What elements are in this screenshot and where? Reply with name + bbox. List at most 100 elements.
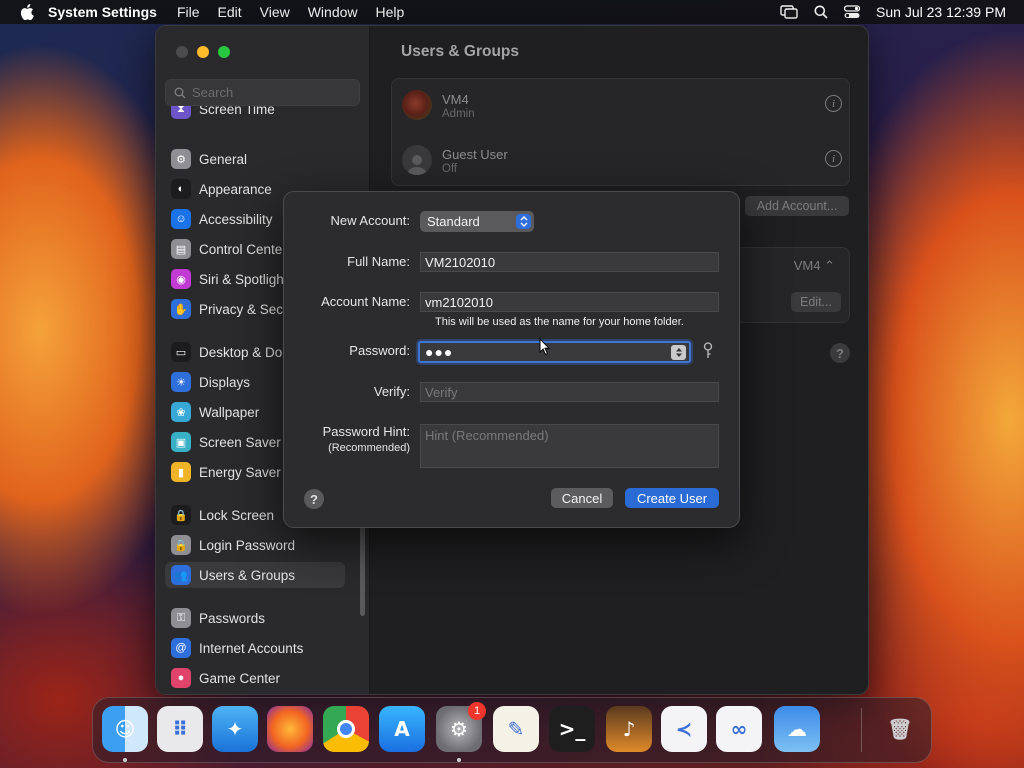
dock-glyph: ∞ <box>730 717 748 741</box>
hourglass-icon: ⧗ <box>171 106 191 119</box>
avatar <box>402 90 432 120</box>
sidebar-item-game-center[interactable]: ● Game Center <box>165 665 345 691</box>
firefox-icon[interactable] <box>267 706 313 752</box>
sidebar-item-login-password[interactable]: 🔒 Login Password <box>165 532 345 558</box>
edit-button[interactable]: Edit... <box>791 292 841 312</box>
screen-saver-icon: ▣ <box>171 432 191 452</box>
lock-icon: 🔒 <box>171 535 191 555</box>
sidebar-search[interactable] <box>165 79 360 106</box>
notification-badge: 1 <box>468 702 486 720</box>
system-settings-icon[interactable]: ⚙ 1 <box>436 702 486 752</box>
running-indicator <box>457 758 461 762</box>
minimize-button[interactable] <box>197 46 209 58</box>
garageband-icon[interactable]: ♪ <box>606 706 652 752</box>
launchpad-icon[interactable]: ⠿ <box>157 706 203 752</box>
app-store-icon[interactable]: A <box>379 706 425 752</box>
app-name[interactable]: System Settings <box>48 4 157 20</box>
search-icon[interactable] <box>814 5 828 19</box>
dock-glyph: ⚙ <box>450 717 468 741</box>
password-options-icon[interactable] <box>671 345 686 360</box>
wallpaper-icon: ❀ <box>171 402 191 422</box>
menu-clock[interactable]: Sun Jul 23 12:39 PM <box>876 4 1006 20</box>
menu-file[interactable]: File <box>177 4 200 20</box>
textedit-icon[interactable]: ✎ <box>493 706 539 752</box>
chrome-center <box>337 720 355 738</box>
vscode-icon[interactable]: ≺ <box>661 706 707 752</box>
chrome-icon[interactable] <box>323 706 369 752</box>
sidebar-item-label: Accessibility <box>199 211 273 227</box>
trash-icon[interactable]: 🗑 <box>877 706 923 752</box>
full-name-label: Full Name: <box>347 254 410 269</box>
menu-view[interactable]: View <box>260 4 290 20</box>
weather-icon[interactable]: ☁ <box>774 706 820 752</box>
sidebar-item-label: Game Center <box>199 670 281 686</box>
sidebar-item-label: Screen Saver <box>199 434 281 450</box>
hint-label-group: Password Hint: (Recommended) <box>323 423 410 457</box>
sidebar-item-label: Control Center <box>199 241 287 257</box>
close-button[interactable] <box>176 46 188 58</box>
add-account-button[interactable]: Add Account... <box>745 196 849 216</box>
password-field[interactable]: ●●● <box>418 341 691 363</box>
user-role: Admin <box>442 107 475 120</box>
dock-glyph: ⠿ <box>172 717 188 741</box>
safari-icon[interactable]: ✦ <box>212 706 258 752</box>
help-button[interactable]: ? <box>304 489 324 509</box>
gear-icon: ⚙ <box>171 149 191 169</box>
sidebar-item-general[interactable]: ⚙ General <box>165 146 345 172</box>
sidebar-item-internet-accounts[interactable]: @ Internet Accounts <box>165 635 345 661</box>
account-name-field[interactable] <box>420 292 719 312</box>
terminal-icon[interactable]: >_ <box>549 706 595 752</box>
menu-help[interactable]: Help <box>376 4 405 20</box>
dock: ☺ ⠿ ✦ A ⚙ 1 ✎ >_ ♪ ≺ ∞ ☁ 🗑 <box>92 697 932 763</box>
full-name-field[interactable] <box>420 252 719 272</box>
info-icon[interactable]: i <box>825 150 842 167</box>
sidebar-scrollbar[interactable] <box>360 526 365 616</box>
create-user-button[interactable]: Create User <box>625 488 719 508</box>
user-role: Off <box>442 162 458 175</box>
apple-icon[interactable] <box>20 4 34 20</box>
appearance-icon: ◐ <box>171 179 191 199</box>
screen-mirroring-icon[interactable] <box>780 5 798 19</box>
user-row[interactable]: Guest User Off i <box>402 138 842 182</box>
verify-field[interactable] <box>420 382 719 402</box>
sidebar-item-screen-time[interactable]: ⧗ Screen Time <box>165 106 345 122</box>
dock-glyph: ≺ <box>675 717 693 741</box>
sidebar-item-label: General <box>199 151 248 167</box>
cancel-button[interactable]: Cancel <box>551 488 613 508</box>
auto-login-select[interactable]: VM4 ⌃ <box>794 258 835 274</box>
user-row[interactable]: VM4 Admin i <box>402 83 842 127</box>
menu-window[interactable]: Window <box>308 4 358 20</box>
sidebar-item-label: Energy Saver <box>199 464 281 480</box>
control-center-icon[interactable] <box>844 5 861 19</box>
password-label: Password: <box>349 343 410 358</box>
dock-glyph: ☺ <box>114 717 136 741</box>
key-icon[interactable] <box>703 342 713 360</box>
key-icon: ⚿ <box>171 608 191 628</box>
info-icon[interactable]: i <box>825 95 842 112</box>
hint-label: Password Hint: <box>322 424 410 439</box>
sidebar-item-passwords[interactable]: ⚿ Passwords <box>165 605 345 631</box>
sidebar-item-label: Internet Accounts <box>199 640 304 656</box>
zoom-button[interactable] <box>218 46 230 58</box>
lock-icon: 🔒 <box>171 505 191 525</box>
users-icon: 👥 <box>171 565 191 585</box>
visual-studio-icon[interactable]: ∞ <box>716 706 762 752</box>
page-title: Users & Groups <box>401 43 520 60</box>
sidebar-item-users-groups[interactable]: 👥 Users & Groups <box>165 562 345 588</box>
sidebar-item-label: Wallpaper <box>199 404 260 420</box>
help-icon[interactable]: ? <box>830 343 850 363</box>
sidebar-item-label: Displays <box>199 374 251 390</box>
password-hint-field[interactable] <box>420 424 719 468</box>
control-center-icon: ▤ <box>171 239 191 259</box>
dock-glyph: ✦ <box>226 717 244 741</box>
avatar <box>402 145 432 175</box>
dock-glyph: ✎ <box>507 717 525 741</box>
finder-icon[interactable]: ☺ <box>102 706 148 752</box>
accessibility-icon: ☺ <box>171 209 191 229</box>
sidebar-item-label: Siri & Spotlight <box>199 271 288 287</box>
search-input[interactable] <box>192 85 342 100</box>
text-cursor-icon <box>539 338 551 356</box>
sidebar-item-label: Screen Time <box>199 106 275 117</box>
menu-edit[interactable]: Edit <box>218 4 242 20</box>
account-type-popup[interactable]: Standard <box>420 211 534 232</box>
